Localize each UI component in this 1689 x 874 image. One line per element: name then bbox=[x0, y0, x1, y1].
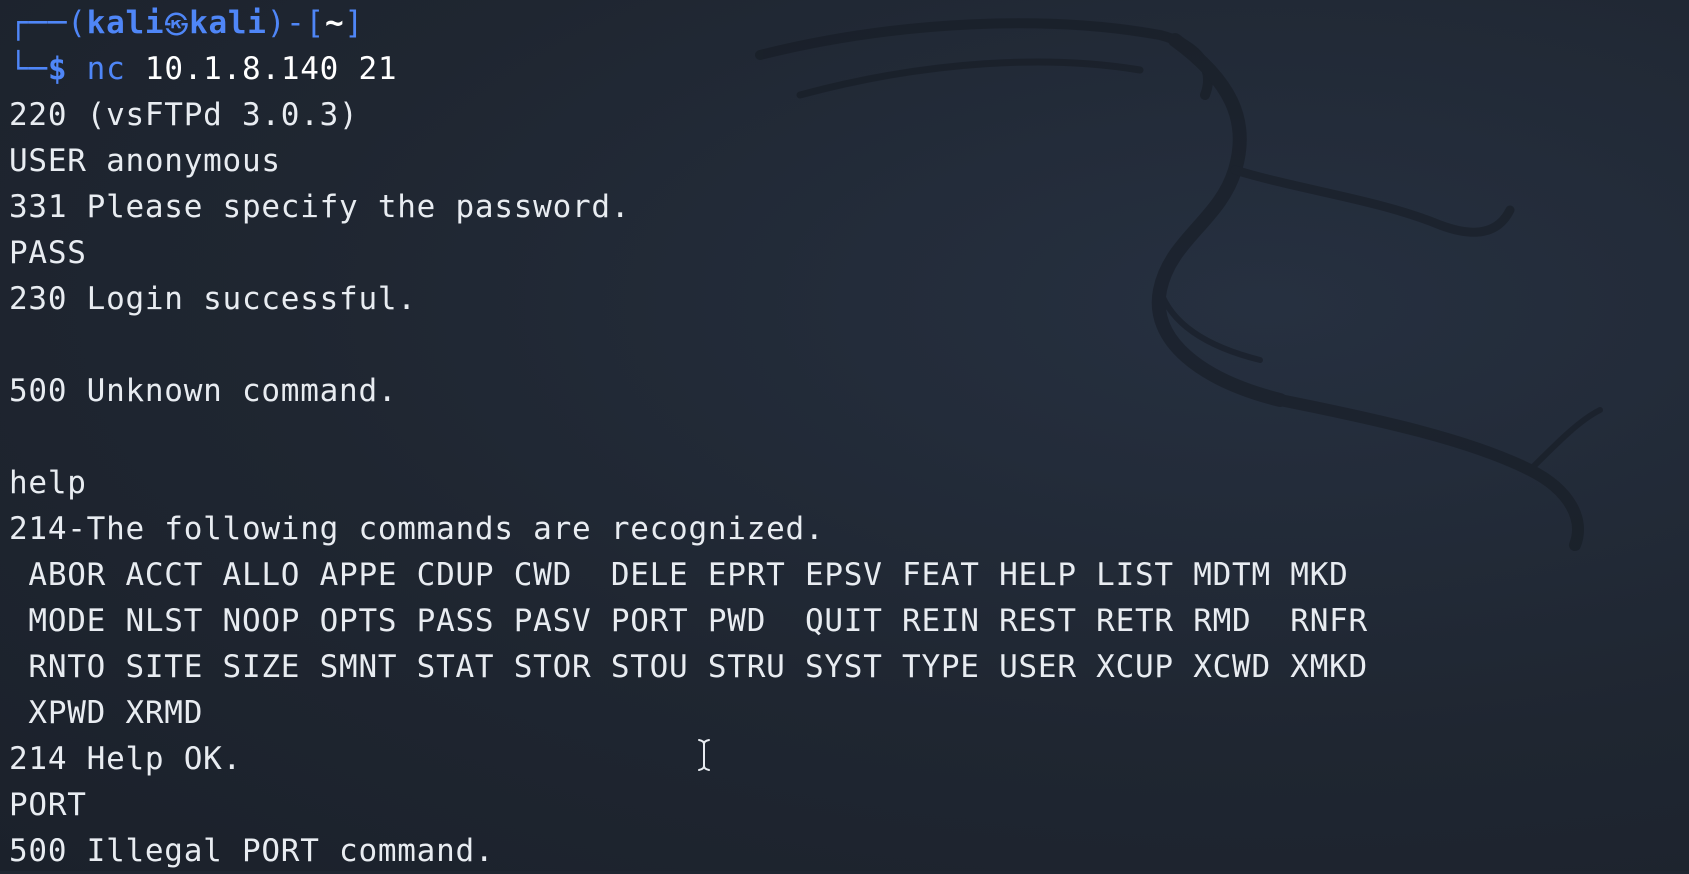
prompt-frame-bottom: └─ bbox=[9, 51, 48, 87]
text-cursor-icon bbox=[698, 739, 710, 771]
output-line: 220 (vsFTPd 3.0.3) bbox=[9, 97, 359, 133]
kali-at-icon: ㉿ bbox=[164, 11, 190, 39]
prompt-frame: ┌──( bbox=[9, 5, 87, 41]
output-line: PASS bbox=[9, 235, 87, 271]
command-line: └─$ nc 10.1.8.140 21 bbox=[9, 46, 1679, 92]
prompt-frame-mid: )-[ bbox=[266, 5, 325, 41]
output-line: 214-The following commands are recognize… bbox=[9, 511, 825, 547]
output-line: 331 Please specify the password. bbox=[9, 189, 631, 225]
output-line: MODE NLST NOOP OPTS PASS PASV PORT PWD Q… bbox=[9, 603, 1368, 639]
output-line: USER anonymous bbox=[9, 143, 281, 179]
output-line: XPWD XRMD bbox=[9, 695, 204, 731]
output-line: 500 Unknown command. bbox=[9, 373, 398, 409]
output-line: 500 Illegal PORT command. bbox=[9, 833, 495, 869]
output-line: help bbox=[9, 465, 87, 501]
terminal-output[interactable]: ┌──(kali㉿kali)-[~] └─$ nc 10.1.8.140 21 … bbox=[9, 0, 1679, 871]
prompt-directory: ~ bbox=[324, 5, 345, 41]
prompt-frame-end: ] bbox=[344, 5, 364, 41]
prompt-header-line: ┌──(kali㉿kali)-[~] bbox=[9, 0, 1679, 46]
output-line: 230 Login successful. bbox=[9, 281, 417, 317]
output-line: PORT bbox=[9, 787, 87, 823]
output-line: 214 Help OK. bbox=[9, 741, 242, 777]
prompt-host: kali bbox=[189, 5, 267, 41]
output-line: ABOR ACCT ALLO APPE CDUP CWD DELE EPRT E… bbox=[9, 557, 1349, 593]
command-name: nc bbox=[86, 51, 126, 87]
prompt-dollar: $ bbox=[47, 51, 68, 87]
command-args: 10.1.8.140 21 bbox=[144, 51, 398, 87]
output-line: RNTO SITE SIZE SMNT STAT STOR STOU STRU … bbox=[9, 649, 1368, 685]
prompt-user: kali bbox=[86, 5, 165, 41]
